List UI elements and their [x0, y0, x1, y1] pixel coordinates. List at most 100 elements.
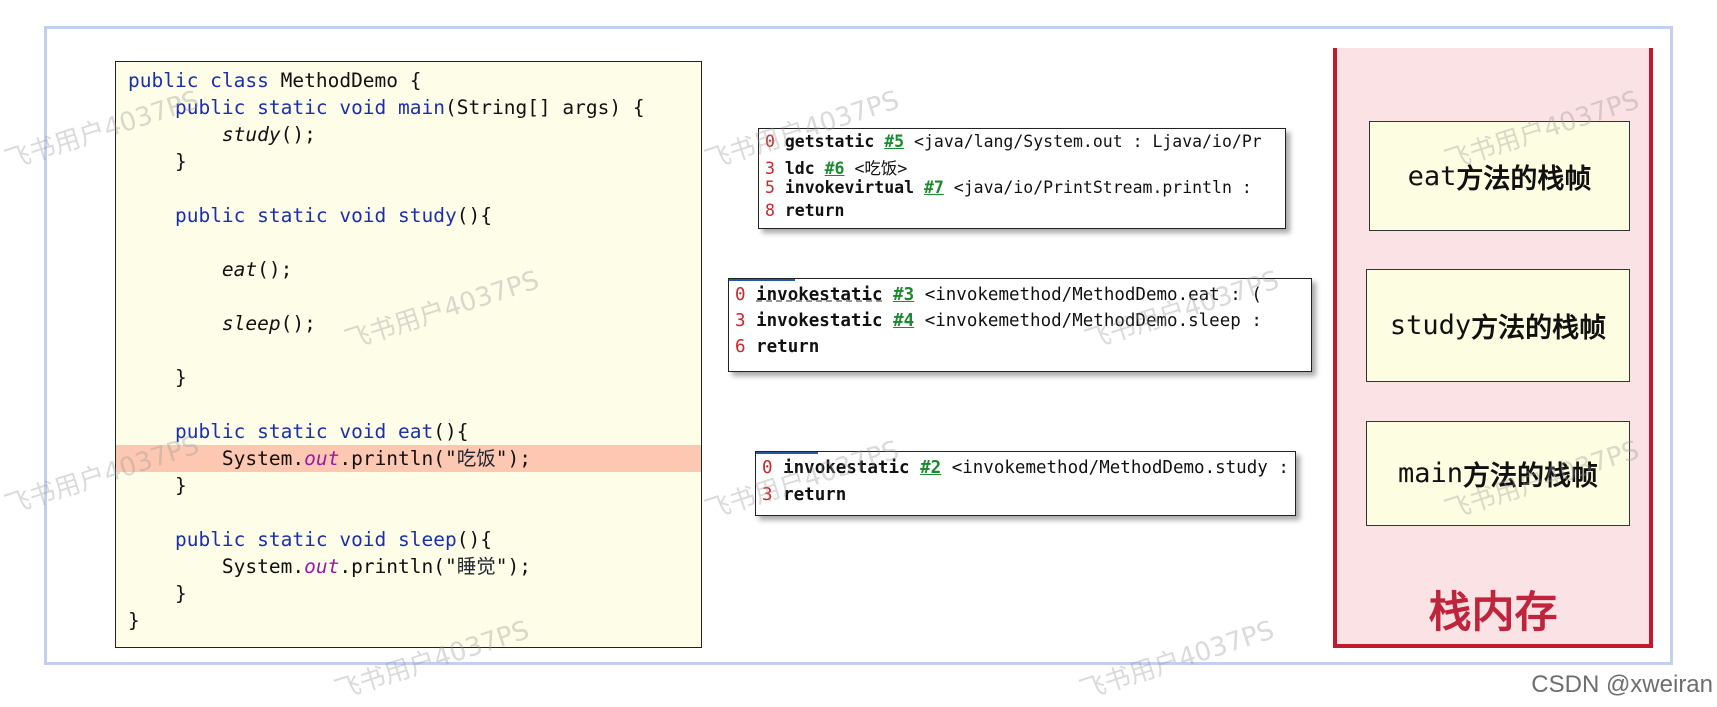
- code-token: sleep: [398, 528, 457, 551]
- code-line: }: [116, 364, 701, 391]
- frame-method-name: main: [1397, 458, 1464, 489]
- code-token: System.: [221, 447, 305, 470]
- bytecode-instruction: 8 return: [765, 201, 844, 220]
- code-line: }: [116, 580, 701, 607]
- code-token: public static void: [174, 96, 387, 119]
- code-line: public static void eat(){: [116, 418, 701, 445]
- bytecode-argument: <invokemethod/MethodDemo.sleep :: [924, 311, 1262, 331]
- code-token: public static void: [174, 528, 387, 551]
- bytecode-offset: 3: [765, 159, 775, 178]
- bytecode-offset: 3: [762, 485, 773, 505]
- constant-pool-ref-link[interactable]: #2: [920, 458, 941, 478]
- bytecode-offset: 0: [762, 458, 773, 478]
- main-stack-frame: main 方法的栈帧: [1366, 421, 1630, 526]
- code-token: }: [174, 582, 187, 605]
- code-token: (){: [456, 204, 492, 227]
- code-line: study();: [116, 121, 701, 148]
- bytecode-box-accent: [756, 452, 818, 454]
- constant-pool-ref-link[interactable]: #6: [825, 159, 845, 178]
- bytecode-offset: 3: [735, 311, 746, 331]
- frame-label: 方法的栈帧: [1456, 163, 1592, 195]
- code-token: }: [174, 366, 187, 389]
- bytecode-offset: 8: [765, 201, 775, 220]
- code-token: (String[] args) {: [445, 96, 645, 119]
- bytecode-opcode: return: [756, 337, 820, 357]
- source-credit: CSDN @xweiran: [1531, 671, 1713, 698]
- highlighted-code-line: System.out.println("吃饭");: [116, 445, 701, 472]
- bytecode-instruction: 0 getstatic #5 <java/lang/System.out : L…: [765, 132, 1262, 151]
- bytecode-opcode: invokestatic: [783, 458, 910, 478]
- study-bytecode-box: 0 invokestatic #3 <invokemethod/MethodDe…: [728, 278, 1312, 372]
- bytecode-argument: <invokemethod/MethodDemo.eat : (: [924, 285, 1262, 305]
- stack-memory-title: 栈内存: [1428, 588, 1558, 638]
- constant-pool-ref-link[interactable]: #4: [893, 311, 914, 331]
- code-token: public static void: [174, 420, 387, 443]
- frame-label: 方法的栈帧: [1463, 461, 1599, 492]
- code-token: public static void: [174, 204, 387, 227]
- code-token: }: [174, 150, 187, 173]
- bytecode-instruction: 5 invokevirtual #7 <java/io/PrintStream.…: [765, 178, 1252, 197]
- constant-pool-ref-link[interactable]: #7: [924, 178, 944, 197]
- code-token: }: [174, 474, 187, 497]
- code-line: public class MethodDemo {: [116, 67, 701, 94]
- bytecode-argument: <java/io/PrintStream.println :: [953, 178, 1252, 197]
- bytecode-instruction: 6 return: [735, 337, 819, 357]
- code-token: eat: [398, 420, 434, 443]
- bytecode-instruction: 3 ldc #6 <吃饭>: [765, 155, 907, 179]
- code-token: eat: [221, 258, 258, 281]
- bytecode-opcode: invokevirtual: [784, 178, 915, 197]
- code-token: study: [398, 204, 457, 227]
- bytecode-offset: 6: [735, 337, 746, 357]
- code-token: (){: [433, 420, 469, 443]
- frame-method-name: study: [1389, 310, 1472, 341]
- stack-memory-container: eat 方法的栈帧 study 方法的栈帧 main 方法的栈帧 栈内存: [1333, 48, 1653, 648]
- code-line: System.out.println("睡觉");: [116, 553, 701, 580]
- code-token: study: [221, 123, 281, 146]
- code-token: ();: [257, 258, 293, 281]
- code-token: .println(": [339, 447, 457, 470]
- frame-method-name: eat: [1407, 160, 1457, 192]
- bytecode-opcode: invokestatic: [756, 311, 883, 331]
- code-line: eat();: [116, 256, 701, 283]
- bytecode-offset: 0: [765, 132, 775, 151]
- bytecode-opcode: invokestatic: [756, 285, 883, 305]
- main-bytecode-box: 0 invokestatic #2 <invokemethod/MethodDe…: [755, 451, 1296, 516]
- java-source-code-panel: public class MethodDemo { public static …: [115, 61, 702, 648]
- code-token: 吃饭: [456, 447, 496, 470]
- code-line: public static void sleep(){: [116, 526, 701, 553]
- bytecode-instruction: 0 invokestatic #3 <invokemethod/MethodDe…: [735, 285, 1262, 305]
- constant-pool-ref-link[interactable]: #5: [884, 132, 904, 151]
- code-line: public static void main(String[] args) {: [116, 94, 701, 121]
- code-token: System.: [221, 555, 305, 578]
- code-token: ");: [495, 447, 531, 470]
- bytecode-argument: <invokemethod/MethodDemo.study :: [951, 458, 1289, 478]
- bytecode-argument: <java/lang/System.out : Ljava/io/Pr: [914, 132, 1262, 151]
- code-token: ");: [495, 555, 531, 578]
- bytecode-offset: 5: [765, 178, 775, 197]
- code-line: }: [116, 607, 701, 634]
- bytecode-box-accent: [729, 279, 795, 281]
- code-token: (){: [456, 528, 492, 551]
- bytecode-opcode: return: [783, 485, 847, 505]
- bytecode-instruction: 0 invokestatic #2 <invokemethod/MethodDe…: [762, 458, 1289, 478]
- code-token: 睡觉: [456, 555, 496, 578]
- code-token: ();: [280, 312, 316, 335]
- eat-stack-frame: eat 方法的栈帧: [1369, 121, 1630, 231]
- code-token: .println(": [339, 555, 457, 578]
- code-token: out: [304, 555, 340, 578]
- bytecode-argument: <吃饭>: [854, 159, 908, 178]
- code-token: sleep: [221, 312, 281, 335]
- code-token: ();: [280, 123, 316, 146]
- code-token: out: [304, 447, 340, 470]
- code-line: }: [116, 148, 701, 175]
- constant-pool-ref-link[interactable]: #3: [893, 285, 914, 305]
- bytecode-opcode: ldc: [784, 159, 815, 178]
